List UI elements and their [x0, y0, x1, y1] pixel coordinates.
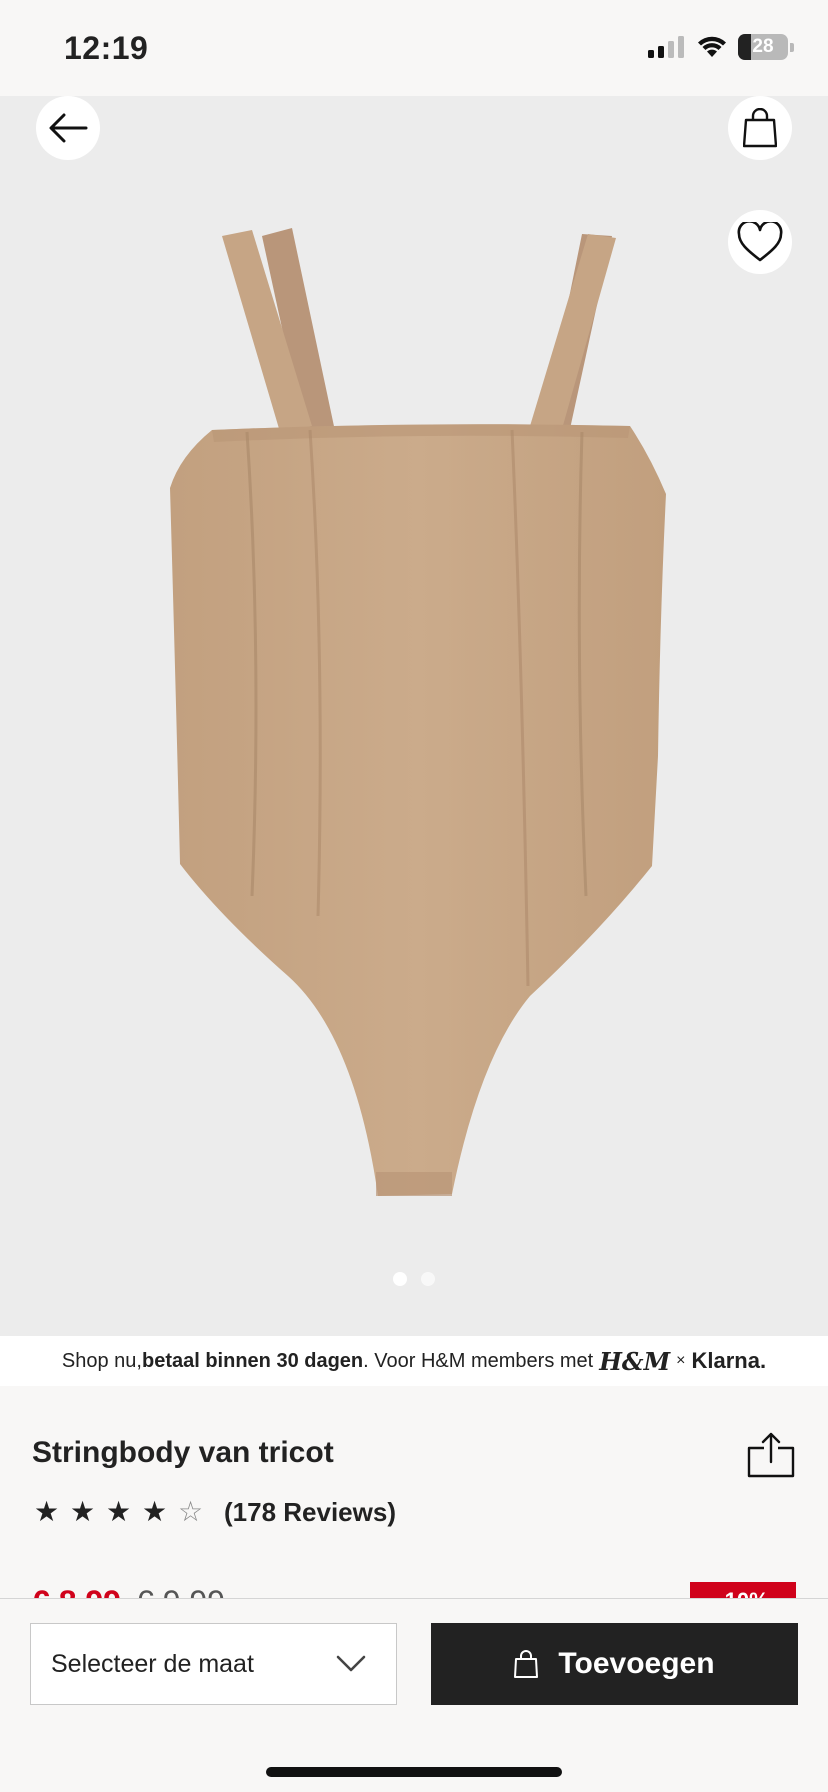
carousel-indicator: [0, 1272, 828, 1286]
star-filled-icon: ★: [34, 1496, 60, 1527]
star-filled-icon: ★: [70, 1496, 96, 1527]
status-bar: 12:19 28: [0, 0, 828, 96]
product-rating[interactable]: ★ ★ ★ ★ ☆ (178 Reviews): [34, 1496, 396, 1528]
hm-logo: H&M: [599, 1346, 671, 1376]
status-icons: 28: [648, 34, 794, 60]
klarna-banner-bold: betaal binnen 30 dagen: [141, 1349, 364, 1372]
chevron-down-icon: [336, 1655, 366, 1672]
shopping-bag-icon: [514, 1650, 539, 1678]
share-icon: [747, 1432, 795, 1478]
product-image-carousel[interactable]: [0, 96, 828, 1336]
review-count[interactable]: (178 Reviews): [224, 1497, 396, 1528]
home-indicator[interactable]: [266, 1767, 562, 1777]
klarna-logo: Klarna.: [691, 1348, 767, 1373]
product-image: [170, 228, 666, 1196]
star-empty-icon: ☆: [178, 1496, 204, 1527]
battery-tip: [790, 42, 794, 52]
battery-icon: 28: [738, 34, 788, 60]
carousel-dot-active[interactable]: [393, 1272, 407, 1286]
status-time: 12:19: [64, 30, 149, 66]
share-button[interactable]: [746, 1430, 796, 1480]
battery-level: 28: [752, 36, 774, 57]
times-symbol: ×: [676, 1352, 686, 1369]
cellular-signal-icon: [648, 36, 684, 58]
favorite-button[interactable]: [728, 210, 792, 274]
shopping-bag-icon: [743, 108, 777, 148]
shopping-bag-button[interactable]: [728, 96, 792, 160]
heart-icon: [737, 222, 783, 262]
carousel-dot[interactable]: [421, 1272, 435, 1286]
wifi-icon: [698, 36, 726, 57]
klarna-banner-suffix: . Voor H&M members met: [363, 1349, 594, 1372]
size-select-label: Selecteer de maat: [51, 1649, 254, 1678]
product-title: Stringbody van tricot: [32, 1436, 334, 1469]
klarna-banner-prefix: Shop nu,: [61, 1349, 142, 1372]
add-to-bag-label: Toevoegen: [558, 1647, 715, 1680]
klarna-banner[interactable]: Shop nu, betaal binnen 30 dagen . Voor H…: [0, 1336, 828, 1386]
add-to-bag-button[interactable]: Toevoegen: [431, 1623, 798, 1705]
size-select[interactable]: Selecteer de maat: [30, 1623, 397, 1705]
back-button[interactable]: [36, 96, 100, 160]
bottom-action-bar: Selecteer de maat Toevoegen: [0, 1598, 828, 1792]
star-filled-icon: ★: [106, 1496, 132, 1527]
star-filled-icon: ★: [142, 1496, 168, 1527]
arrow-left-icon: [49, 113, 88, 143]
